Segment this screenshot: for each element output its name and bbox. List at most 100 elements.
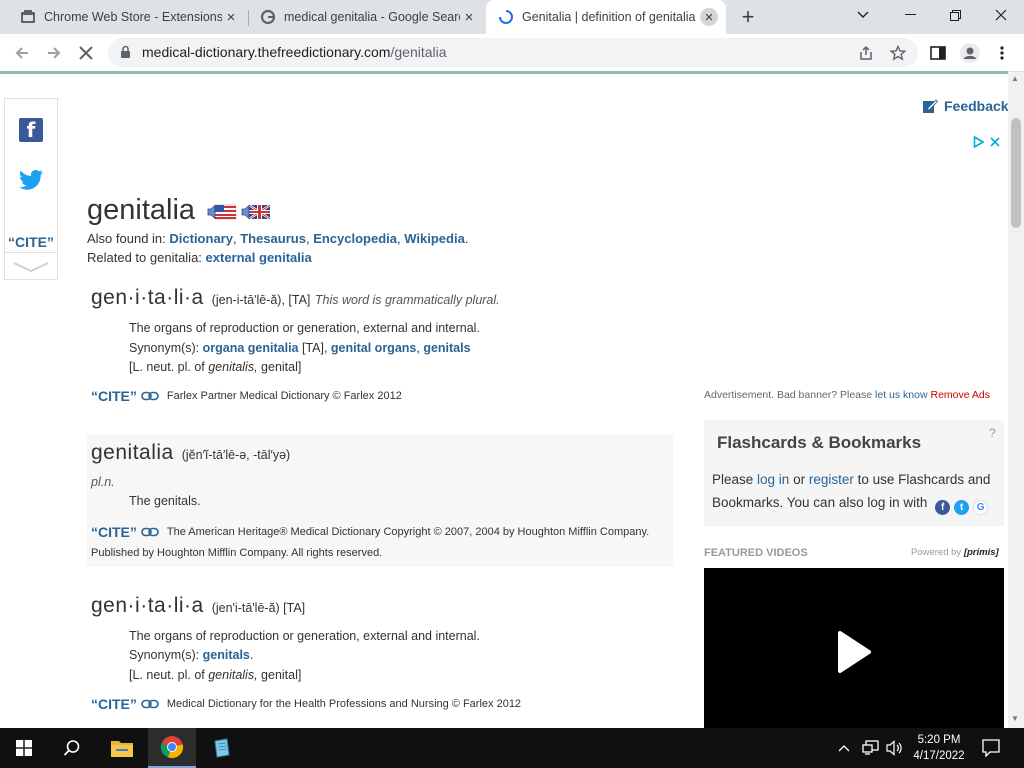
related-to: Related to genitalia: external genitalia (87, 250, 312, 265)
address-bar[interactable]: medical-dictionary.thefreedictionary.com… (108, 38, 918, 67)
close-tab-icon[interactable]: × (222, 8, 240, 26)
synonyms: Synonym(s): genitals. (129, 648, 254, 662)
synonym-link[interactable]: genital organs (331, 341, 416, 355)
forward-button[interactable] (40, 39, 68, 67)
synonym-link[interactable]: organa genitalia (203, 341, 299, 355)
us-pronunciation-icon[interactable] (207, 204, 237, 220)
loading-spinner-icon (498, 9, 514, 25)
page-scrollbar[interactable]: ▲ ▼ (1008, 72, 1024, 728)
system-clock[interactable]: 5:20 PM 4/17/2022 (906, 732, 972, 764)
cite-button[interactable]: “CITE” (91, 524, 137, 540)
url-text: medical-dictionary.thefreedictionary.com… (142, 44, 447, 60)
link-external-genitalia[interactable]: external genitalia (206, 250, 312, 265)
play-icon[interactable] (836, 630, 872, 674)
file-explorer-icon[interactable] (98, 728, 146, 768)
etymology: [L. neut. pl. of genitalis, genital] (129, 360, 302, 374)
chrome-taskbar-icon[interactable] (148, 728, 196, 768)
part-of-speech: pl.n. (91, 475, 115, 489)
dictionary-entry: gen·i·ta·li·a (jen'i-tā'lē-ă) [TA] The or… (87, 594, 673, 728)
cite-share-button[interactable]: “CITE” (5, 234, 57, 250)
citation: “CITE” The American Heritage® Medical Di… (91, 524, 649, 540)
back-button[interactable] (8, 39, 36, 67)
facebook-share-icon[interactable]: f (19, 118, 43, 142)
facebook-login-icon[interactable]: f (935, 500, 951, 515)
new-tab-button[interactable]: + (736, 4, 760, 29)
side-panel-icon[interactable] (924, 39, 952, 67)
twitter-login-icon[interactable]: t (954, 500, 970, 515)
ad-choices-icon[interactable] (973, 136, 984, 148)
source-attribution-cont: Published by Houghton Mifflin Company. A… (91, 547, 383, 559)
tab-search-button[interactable] (840, 0, 886, 30)
source-attribution: The American Heritage® Medical Dictionar… (166, 526, 650, 538)
login-link[interactable]: log in (757, 472, 789, 487)
tab-genitalia-definition[interactable]: Genitalia | definition of genitalia × (486, 0, 726, 34)
tab-google-search[interactable]: medical genitalia - Google Search × (248, 0, 486, 34)
cite-button[interactable]: “CITE” (91, 696, 137, 712)
let-us-know-link[interactable]: let us know (875, 389, 928, 401)
share-icon[interactable] (855, 42, 877, 64)
dictionary-entry: gen·i·ta·li·a (jen-i-tā'lē-ă), [TA] This … (87, 286, 673, 416)
remove-ads-link[interactable]: Remove Ads (930, 389, 990, 401)
minimize-button[interactable] (887, 0, 933, 30)
close-tab-icon[interactable]: × (460, 8, 478, 26)
close-window-button[interactable] (978, 0, 1024, 30)
show-hidden-icons[interactable] (838, 740, 850, 755)
page-title: genitalia (87, 194, 196, 226)
chrome-menu-icon[interactable] (988, 39, 1016, 67)
featured-videos-label: FEATURED VIDEOS (704, 547, 808, 559)
tab-chrome-web-store[interactable]: Chrome Web Store - Extensions × (8, 0, 248, 34)
ad-choices-controls (973, 136, 1000, 148)
pronunciation: (jen'i-tā'lē-ă) [TA] (211, 601, 306, 615)
search-button[interactable] (48, 728, 96, 768)
video-player[interactable] (704, 568, 1004, 728)
etymology: [L. neut. pl. of genitalis, genital] (129, 668, 302, 682)
entry-headword: gen·i·ta·li·a (91, 286, 204, 309)
feedback-link[interactable]: Feedback (922, 98, 1008, 114)
synonyms: Synonym(s): organa genitalia [TA], genit… (129, 341, 471, 355)
citation: “CITE” Farlex Partner Medical Dictionary… (91, 388, 402, 404)
scroll-down-icon[interactable]: ▼ (1011, 714, 1019, 723)
stop-loading-button[interactable] (72, 39, 100, 67)
definition: The organs of reproduction or generation… (129, 629, 480, 643)
powered-by: Powered by [primis] (911, 547, 999, 558)
lock-icon (120, 45, 131, 64)
notifications-icon[interactable] (982, 739, 1000, 760)
link-dictionary[interactable]: Dictionary (169, 231, 233, 246)
restore-button[interactable] (932, 0, 978, 30)
volume-icon[interactable] (886, 740, 904, 759)
grammar-note: This word is grammatically plural. (314, 293, 500, 307)
synonym-link[interactable]: genitals (203, 648, 250, 662)
twitter-share-icon[interactable] (18, 169, 44, 196)
notepad-app-icon[interactable] (198, 728, 246, 768)
uk-pronunciation-icon[interactable] (241, 204, 271, 220)
web-page: f “CITE” Feedback genitalia Also found i… (0, 74, 1008, 728)
flashcards-text: Please log in or register to use Flashca… (712, 472, 991, 515)
scrollbar-thumb[interactable] (1011, 118, 1021, 228)
network-icon[interactable] (862, 740, 880, 759)
citation: “CITE” Medical Dictionary for the Health… (91, 696, 521, 712)
browser-toolbar: medical-dictionary.thefreedictionary.com… (0, 34, 1024, 72)
entry-headword: gen·i·ta·li·a (91, 594, 204, 617)
link-wikipedia[interactable]: Wikipedia (404, 231, 465, 246)
start-button[interactable] (0, 728, 48, 768)
synonym-link[interactable]: genitals (423, 341, 470, 355)
help-icon[interactable]: ? (989, 426, 996, 440)
link-encyclopedia[interactable]: Encyclopedia (313, 231, 397, 246)
google-login-icon[interactable]: G (973, 500, 989, 515)
close-ad-icon[interactable] (990, 137, 1000, 147)
register-link[interactable]: register (809, 472, 854, 487)
chevron-down-icon[interactable] (5, 252, 57, 280)
profile-avatar-icon[interactable] (956, 39, 984, 67)
bookmark-star-icon[interactable] (887, 42, 909, 64)
scroll-up-icon[interactable]: ▲ (1011, 74, 1019, 83)
pronunciation: (jĕn′ĭ-tā′lē-ə, -tāl′yə) (181, 448, 291, 462)
cite-button[interactable]: “CITE” (91, 388, 137, 404)
link-chain-icon[interactable] (141, 527, 159, 537)
source-attribution: Farlex Partner Medical Dictionary © Farl… (166, 390, 402, 402)
link-chain-icon[interactable] (141, 699, 159, 709)
link-thesaurus[interactable]: Thesaurus (240, 231, 306, 246)
ad-notice: Advertisement. Bad banner? Please let us… (704, 389, 991, 401)
link-chain-icon[interactable] (141, 391, 159, 401)
pronunciation: (jen-i-tā'lē-ă), [TA] (211, 293, 311, 307)
close-tab-icon[interactable]: × (700, 8, 718, 26)
